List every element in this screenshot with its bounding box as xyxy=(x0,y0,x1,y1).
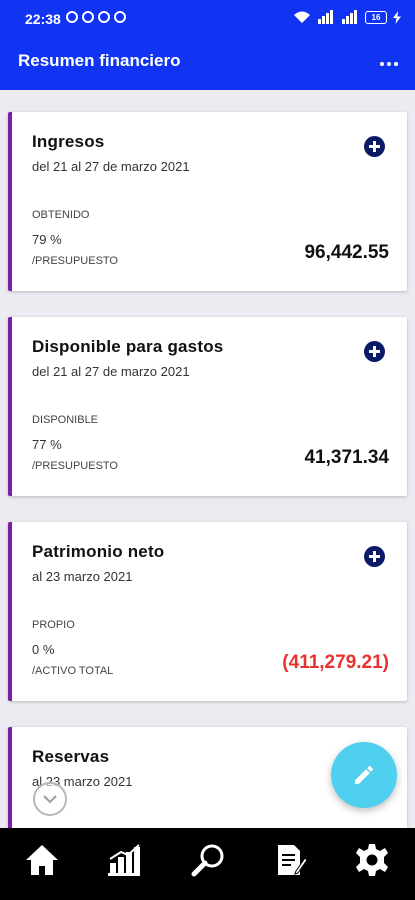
app-bar: Resumen financiero xyxy=(0,38,415,90)
percent-value: 79 % xyxy=(32,232,62,247)
summary-list[interactable]: Ingresos del 21 al 27 de marzo 2021 OBTE… xyxy=(0,90,415,828)
percent-value: 0 % xyxy=(32,642,55,657)
more-vert-icon[interactable] xyxy=(377,52,401,76)
alarm-icon xyxy=(82,11,94,23)
report-edit-icon xyxy=(278,845,308,875)
signal-icon xyxy=(342,10,357,24)
page-title: Resumen financiero xyxy=(18,51,181,70)
battery-icon: 16 xyxy=(365,10,387,24)
wifi-icon xyxy=(294,11,310,23)
status-label: OBTENIDO xyxy=(32,209,90,221)
nav-settings[interactable] xyxy=(352,840,392,880)
card-date: del 21 al 27 de marzo 2021 xyxy=(32,364,190,379)
add-circle-icon[interactable] xyxy=(364,341,385,362)
notification-icon xyxy=(66,11,78,23)
edit-pencil-icon xyxy=(355,765,374,784)
add-circle-icon[interactable] xyxy=(364,136,385,157)
status-label: DISPONIBLE xyxy=(32,414,99,426)
add-circle-icon[interactable] xyxy=(364,546,385,567)
reference-label: /PRESUPUESTO xyxy=(32,255,118,267)
edit-fab-button[interactable] xyxy=(331,742,397,808)
search-icon xyxy=(191,844,224,877)
notification-icons xyxy=(66,11,126,23)
card-date: al 23 marzo 2021 xyxy=(32,569,133,584)
nav-reports[interactable] xyxy=(104,840,144,880)
card-title: Reservas xyxy=(32,747,110,766)
status-bar: 22:38 16 xyxy=(0,0,415,38)
status-label: PROPIO xyxy=(32,619,75,631)
card-title: Disponible para gastos xyxy=(32,337,224,356)
home-icon xyxy=(26,845,58,875)
chevron-down-icon xyxy=(43,795,57,804)
amount-value: 41,371.34 xyxy=(304,447,389,468)
nav-home[interactable] xyxy=(22,840,62,880)
status-time: 22:38 xyxy=(25,11,61,27)
card-title: Ingresos xyxy=(32,132,105,151)
reference-label: /PRESUPUESTO xyxy=(32,460,118,472)
notification-icon xyxy=(98,11,110,23)
charging-icon xyxy=(393,10,401,24)
percent-value: 77 % xyxy=(32,437,62,452)
income-card[interactable]: Ingresos del 21 al 27 de marzo 2021 OBTE… xyxy=(8,112,407,291)
available-spending-card[interactable]: Disponible para gastos del 21 al 27 de m… xyxy=(8,317,407,496)
scroll-down-button[interactable] xyxy=(33,782,67,816)
reference-label: /ACTIVO TOTAL xyxy=(32,665,114,677)
settings-gear-icon xyxy=(356,844,388,876)
amount-value: (411,279.21) xyxy=(282,652,389,673)
bottom-navigation xyxy=(0,828,415,900)
card-date: del 21 al 27 de marzo 2021 xyxy=(32,159,190,174)
signal-icon xyxy=(318,10,333,24)
bar-chart-icon xyxy=(108,844,140,876)
card-title: Patrimonio neto xyxy=(32,542,165,561)
notification-icon xyxy=(114,11,126,23)
nav-search[interactable] xyxy=(188,840,228,880)
amount-value: 96,442.55 xyxy=(304,242,389,263)
nav-transactions[interactable] xyxy=(270,840,310,880)
net-worth-card[interactable]: Patrimonio neto al 23 marzo 2021 PROPIO … xyxy=(8,522,407,701)
